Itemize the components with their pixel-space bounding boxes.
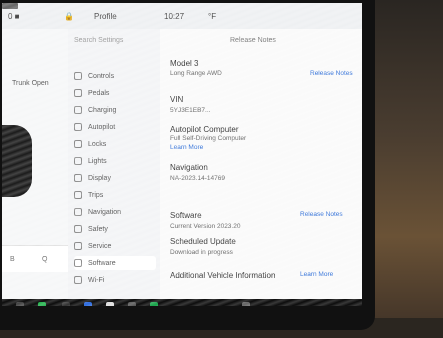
route-icon bbox=[74, 191, 82, 199]
grid-icon[interactable] bbox=[128, 302, 136, 306]
scheduled-update-status: Download in progress bbox=[170, 249, 233, 256]
autopilot-value: Full Self-Driving Computer bbox=[170, 135, 247, 142]
menu-item-pedals[interactable]: Pedals bbox=[74, 86, 156, 100]
release-notes-button[interactable]: Release Notes bbox=[230, 37, 276, 44]
car-panel-bottom: B Q bbox=[2, 245, 68, 272]
software-version: Current Version 2023.20 bbox=[170, 223, 241, 230]
trunk-label[interactable]: Trunk Open bbox=[12, 79, 49, 88]
menu-item-label: Safety bbox=[88, 225, 108, 233]
menu-item-charging[interactable]: Charging bbox=[74, 103, 156, 117]
music-icon[interactable] bbox=[150, 302, 158, 306]
model-title: Model 3 bbox=[170, 59, 199, 68]
display-icon bbox=[74, 174, 82, 182]
software-panel: Release Notes Model 3 Long Range AWD Rel… bbox=[160, 29, 362, 299]
shield-icon bbox=[74, 225, 82, 233]
car-image bbox=[2, 125, 32, 197]
steering-icon bbox=[74, 123, 82, 131]
additional-info-link[interactable]: Learn More bbox=[300, 271, 333, 278]
menu-item-autopilot[interactable]: Autopilot bbox=[74, 120, 156, 134]
vin-title: VIN bbox=[170, 95, 184, 104]
menu-item-label: Lights bbox=[88, 157, 107, 165]
toggle-icon bbox=[74, 72, 82, 80]
lock-icon[interactable]: 🔒 bbox=[64, 12, 74, 21]
search-input[interactable]: Search Settings bbox=[74, 37, 123, 44]
lock-icon bbox=[74, 140, 82, 148]
bolt-icon bbox=[74, 106, 82, 114]
download-icon bbox=[74, 259, 82, 267]
bluetooth-icon[interactable] bbox=[84, 302, 92, 306]
menu-item-label: Pedals bbox=[88, 89, 110, 97]
car-panel: Trunk Open B Q bbox=[2, 29, 69, 299]
profile-button[interactable]: Profile bbox=[94, 12, 117, 21]
scheduled-update-title: Scheduled Update bbox=[170, 237, 236, 246]
car-icon bbox=[74, 89, 82, 97]
bottom-dock bbox=[2, 299, 362, 306]
menu-item-navigation[interactable]: Navigation bbox=[74, 205, 156, 219]
nav-icon bbox=[74, 208, 82, 216]
navigation-title: Navigation bbox=[170, 163, 208, 172]
menu-item-safety[interactable]: Safety bbox=[74, 222, 156, 236]
car-icon[interactable] bbox=[16, 302, 24, 306]
drive-status: 0 ■ bbox=[8, 12, 20, 21]
menu-item-label: Software bbox=[88, 259, 116, 267]
camera-icon[interactable] bbox=[62, 302, 70, 306]
menu-item-locks[interactable]: Locks bbox=[74, 137, 156, 151]
menu-item-label: Locks bbox=[88, 140, 107, 148]
temperature: °F bbox=[208, 12, 217, 21]
model-subtitle: Long Range AWD bbox=[170, 70, 222, 77]
model-release-notes-link[interactable]: Release Notes bbox=[310, 70, 353, 77]
menu-item-wi-fi[interactable]: Wi-Fi bbox=[74, 273, 156, 287]
menu-item-lights[interactable]: Lights bbox=[74, 154, 156, 168]
wifi-icon bbox=[74, 276, 82, 284]
menu-item-label: Display bbox=[88, 174, 111, 182]
vin-value: 5YJ3E1EB7... bbox=[170, 107, 211, 114]
wrench-icon bbox=[74, 242, 82, 250]
volume-icon[interactable] bbox=[242, 302, 250, 306]
autopilot-title: Autopilot Computer bbox=[170, 125, 239, 134]
menu-item-label: Charging bbox=[88, 106, 117, 114]
software-release-notes-link[interactable]: Release Notes bbox=[300, 211, 343, 218]
phone-icon[interactable] bbox=[38, 302, 46, 306]
menu-item-label: Autopilot bbox=[88, 123, 116, 131]
status-bar: 0 ■ 🔒 Profile 10:27 °F bbox=[2, 3, 362, 29]
settings-menu: Search Settings Controls Pedals Charging Au… bbox=[68, 29, 160, 299]
menu-item-controls[interactable]: Controls bbox=[74, 69, 156, 83]
menu-item-label: Service bbox=[88, 242, 112, 250]
software-title: Software bbox=[170, 211, 202, 220]
menu-item-display[interactable]: Display bbox=[74, 171, 156, 185]
clock: 10:27 bbox=[164, 12, 185, 21]
menu-item-label: Wi-Fi bbox=[88, 276, 105, 284]
light-icon bbox=[74, 157, 82, 165]
menu-item-label: Trips bbox=[88, 191, 104, 199]
car-search-button[interactable]: Q bbox=[42, 256, 47, 263]
menu-item-label: Navigation bbox=[88, 208, 122, 216]
menu-item-label: Controls bbox=[88, 72, 115, 80]
touchscreen: 0 ■ 🔒 Profile 10:27 °F Trunk Open B Q Se… bbox=[2, 3, 362, 306]
navigation-value: NA-2023.14-14769 bbox=[170, 175, 225, 182]
menu-item-software[interactable]: Software bbox=[74, 256, 156, 270]
menu-item-trips[interactable]: Trips bbox=[74, 188, 156, 202]
menu-item-service[interactable]: Service bbox=[74, 239, 156, 253]
battery-icon bbox=[2, 3, 18, 9]
autopilot-learn-more-link[interactable]: Learn More bbox=[170, 144, 203, 151]
additional-info-title: Additional Vehicle Information bbox=[170, 271, 276, 280]
car-bottom-left-button[interactable]: B bbox=[10, 256, 15, 263]
app-icon[interactable] bbox=[106, 302, 114, 306]
